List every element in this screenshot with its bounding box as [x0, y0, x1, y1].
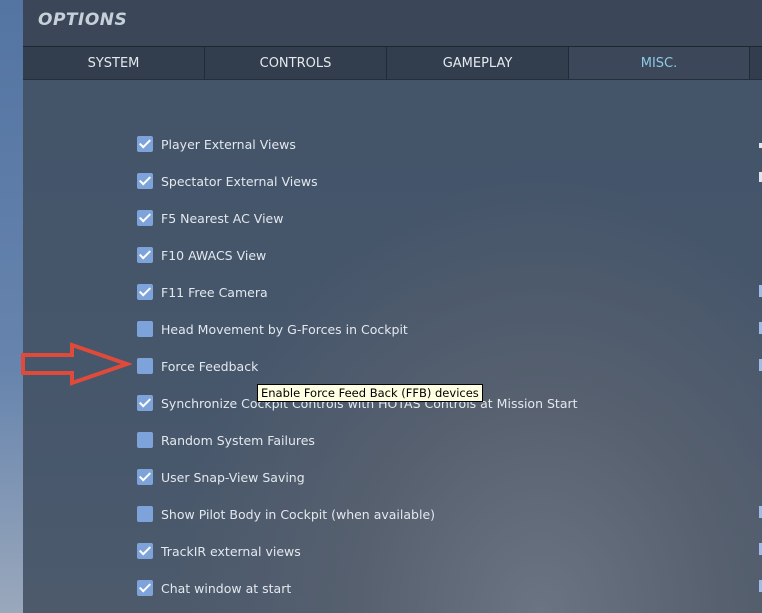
checkbox[interactable] [137, 506, 153, 522]
tooltip: Enable Force Feed Back (FFB) devices [257, 384, 483, 402]
header: OPTIONS [23, 0, 762, 46]
checkbox[interactable] [137, 321, 153, 337]
option-label: F10 AWACS View [161, 247, 267, 263]
checkbox[interactable] [137, 136, 153, 152]
option-label: Show Pilot Body in Cockpit (when availab… [161, 506, 436, 522]
option-label: Chat window at start [161, 580, 292, 596]
option-label: F11 Free Camera [161, 284, 268, 300]
tab-misc[interactable]: MISC. [569, 47, 750, 79]
option-row[interactable]: Random System Failures [137, 430, 315, 450]
option-label: Head Movement by G-Forces in Cockpit [161, 321, 408, 337]
option-label: Player External Views [161, 136, 296, 152]
checkbox[interactable] [137, 580, 153, 596]
checkbox[interactable] [137, 543, 153, 559]
option-row[interactable]: F10 AWACS View [137, 245, 266, 265]
background [0, 0, 23, 613]
option-row[interactable]: TrackIR external views [137, 541, 301, 561]
option-row[interactable]: Spectator External Views [137, 171, 318, 191]
option-label: Random System Failures [161, 432, 315, 448]
checkbox[interactable] [137, 432, 153, 448]
option-row[interactable]: F11 Free Camera [137, 282, 268, 302]
option-row[interactable]: Head Movement by G-Forces in Cockpit [137, 319, 408, 339]
checkbox[interactable] [137, 284, 153, 300]
tab-gameplay[interactable]: GAMEPLAY [387, 47, 569, 79]
checkbox[interactable] [137, 395, 153, 411]
tab-controls[interactable]: CONTROLS [205, 47, 387, 79]
option-row[interactable]: User Snap-View Saving [137, 467, 305, 487]
tab-system[interactable]: SYSTEM [23, 47, 205, 79]
checkbox[interactable] [137, 173, 153, 189]
checkbox[interactable] [137, 469, 153, 485]
option-label: Force Feedback [161, 358, 259, 374]
checkbox[interactable] [137, 247, 153, 263]
option-row[interactable]: F5 Nearest AC View [137, 208, 283, 228]
checkbox[interactable] [137, 210, 153, 226]
option-label: Spectator External Views [161, 173, 318, 189]
page-title: OPTIONS [38, 10, 128, 30]
option-row[interactable]: Chat window at start [137, 578, 291, 598]
tab-bar: SYSTEM CONTROLS GAMEPLAY MISC. [23, 46, 762, 80]
option-label: F5 Nearest AC View [161, 210, 284, 226]
checkbox[interactable] [137, 358, 153, 374]
red-arrow-annotation-icon [21, 342, 132, 386]
option-row[interactable]: Force Feedback [137, 356, 258, 376]
option-label: User Snap-View Saving [161, 469, 305, 485]
option-row[interactable]: Player External Views [137, 134, 296, 154]
option-label: TrackIR external views [161, 543, 301, 559]
options-panel: OPTIONS SYSTEM CONTROLS GAMEPLAY MISC. P… [23, 0, 762, 613]
option-row[interactable]: Show Pilot Body in Cockpit (when availab… [137, 504, 435, 524]
